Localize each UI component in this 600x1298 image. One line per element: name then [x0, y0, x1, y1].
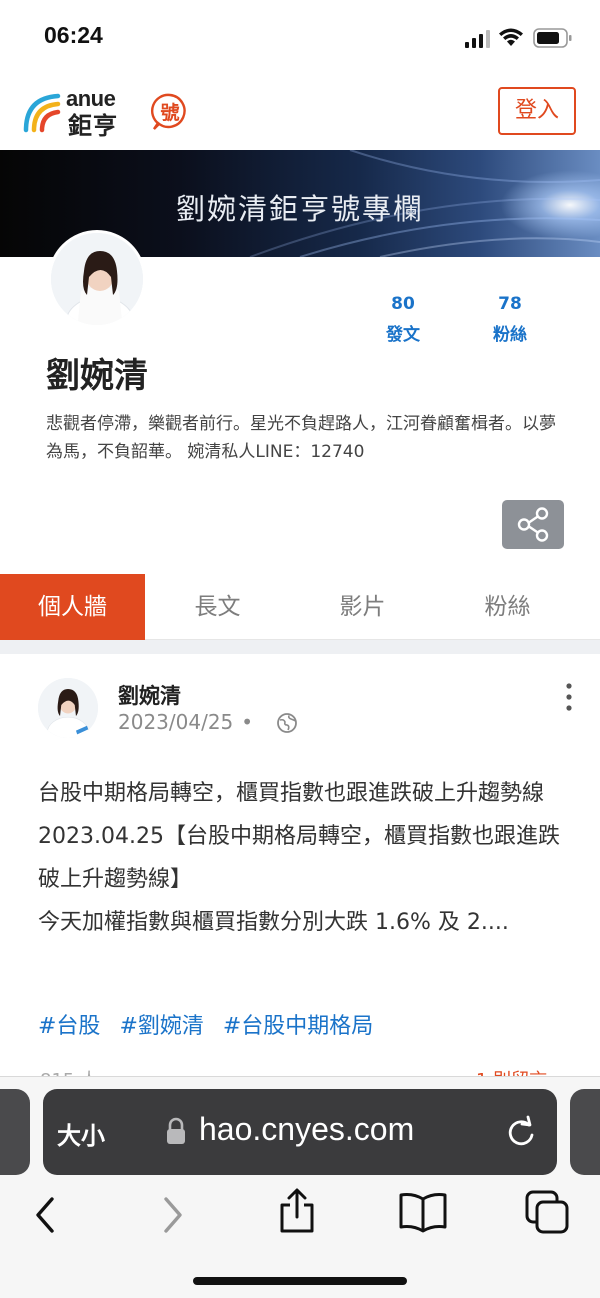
- lock-icon: [167, 1117, 185, 1144]
- rainbow-logo-icon: [23, 93, 61, 133]
- avatar-image: [38, 678, 98, 738]
- stat-posts[interactable]: 80 發文: [363, 294, 443, 345]
- tab-articles[interactable]: 長文: [145, 574, 290, 640]
- address-bar[interactable]: 大小 hao.cnyes.com: [43, 1089, 557, 1175]
- reload-icon[interactable]: [505, 1115, 537, 1149]
- wifi-icon: [499, 28, 523, 46]
- meta-separator: •: [241, 710, 254, 734]
- post-avatar[interactable]: [38, 678, 98, 738]
- battery-icon: [533, 28, 572, 48]
- post-card: 劉婉清 2023/04/25 • 台股中期格局轉空，櫃買指數也跟進跌破上升趨勢線 …: [0, 654, 600, 1091]
- post-author[interactable]: 劉婉清: [118, 680, 181, 710]
- text-size-button[interactable]: 大小: [57, 1116, 105, 1151]
- globe-icon: [277, 713, 297, 733]
- share-icon: [517, 507, 549, 542]
- post-excerpt-line: 今天加權指數與櫃買指數分別大跌 1.6% 及 2....: [38, 910, 509, 935]
- profile-name: 劉婉清: [46, 356, 148, 396]
- stat-posts-label: 發文: [386, 325, 420, 345]
- profile-bio: 悲觀者停滯，樂觀者前行。星光不負趕路人，江河眷顧奮楫者。以夢為馬，不負韶華。 婉…: [46, 414, 556, 462]
- stat-fans-value: 78: [498, 294, 522, 314]
- status-bar: 06:24: [0, 0, 600, 74]
- url-text: hao.cnyes.com: [199, 1111, 415, 1147]
- tab-fans[interactable]: 粉絲: [435, 574, 580, 640]
- site-header: anue 鉅亨 號 登入: [0, 74, 600, 150]
- tab-personal-wall[interactable]: 個人牆: [0, 574, 145, 640]
- profile-tabs: 個人牆 長文 影片 粉絲: [0, 574, 600, 640]
- back-icon[interactable]: [30, 1195, 60, 1235]
- bookmarks-icon[interactable]: [398, 1191, 448, 1233]
- hao-label: 號: [160, 102, 179, 124]
- post-tags: #台股 #劉婉清 #台股中期格局: [38, 1008, 385, 1040]
- tab-videos[interactable]: 影片: [290, 574, 435, 640]
- avatar-image: [51, 233, 143, 325]
- anue-logo[interactable]: anue 鉅亨: [22, 86, 130, 140]
- status-time: 06:24: [44, 22, 103, 48]
- stat-fans[interactable]: 78 粉絲: [470, 294, 550, 345]
- next-tab-preview[interactable]: [570, 1089, 600, 1175]
- browser-toolbar: 大小 hao.cnyes.com: [0, 1076, 600, 1298]
- hao-icon[interactable]: 號: [150, 92, 190, 132]
- banner-title: 劉婉清鉅亨號專欄: [175, 192, 424, 226]
- home-indicator: [193, 1277, 407, 1285]
- logo-zh-text: 鉅亨: [68, 112, 118, 140]
- post-date: 2023/04/25: [118, 710, 234, 734]
- profile-avatar: [48, 230, 146, 328]
- previous-tab-preview[interactable]: [0, 1089, 30, 1175]
- tabs-icon[interactable]: [524, 1189, 570, 1235]
- post-meta: 2023/04/25 •: [118, 710, 257, 734]
- post-subtitle-line: 2023.04.25【台股中期格局轉空，櫃買指數也跟進跌破上升趨勢線】: [38, 824, 560, 892]
- stat-posts-value: 80: [391, 294, 415, 314]
- forward-icon[interactable]: [158, 1195, 188, 1235]
- more-icon[interactable]: [556, 680, 582, 714]
- tag-link[interactable]: #台股中期格局: [223, 1014, 373, 1039]
- post-title-line: 台股中期格局轉空，櫃買指數也跟進跌破上升趨勢線: [38, 781, 545, 806]
- post-body[interactable]: 台股中期格局轉空，櫃買指數也跟進跌破上升趨勢線 2023.04.25【台股中期格…: [38, 772, 564, 944]
- signal-icon: [465, 30, 490, 48]
- tag-link[interactable]: #劉婉清: [119, 1014, 203, 1039]
- share-button[interactable]: [502, 500, 564, 549]
- share-sheet-icon[interactable]: [276, 1187, 318, 1235]
- tag-link[interactable]: #台股: [38, 1014, 100, 1039]
- login-button[interactable]: 登入: [498, 87, 576, 135]
- section-divider: [0, 640, 600, 654]
- stat-fans-label: 粉絲: [493, 325, 527, 345]
- browser-nav-row: [0, 1187, 600, 1247]
